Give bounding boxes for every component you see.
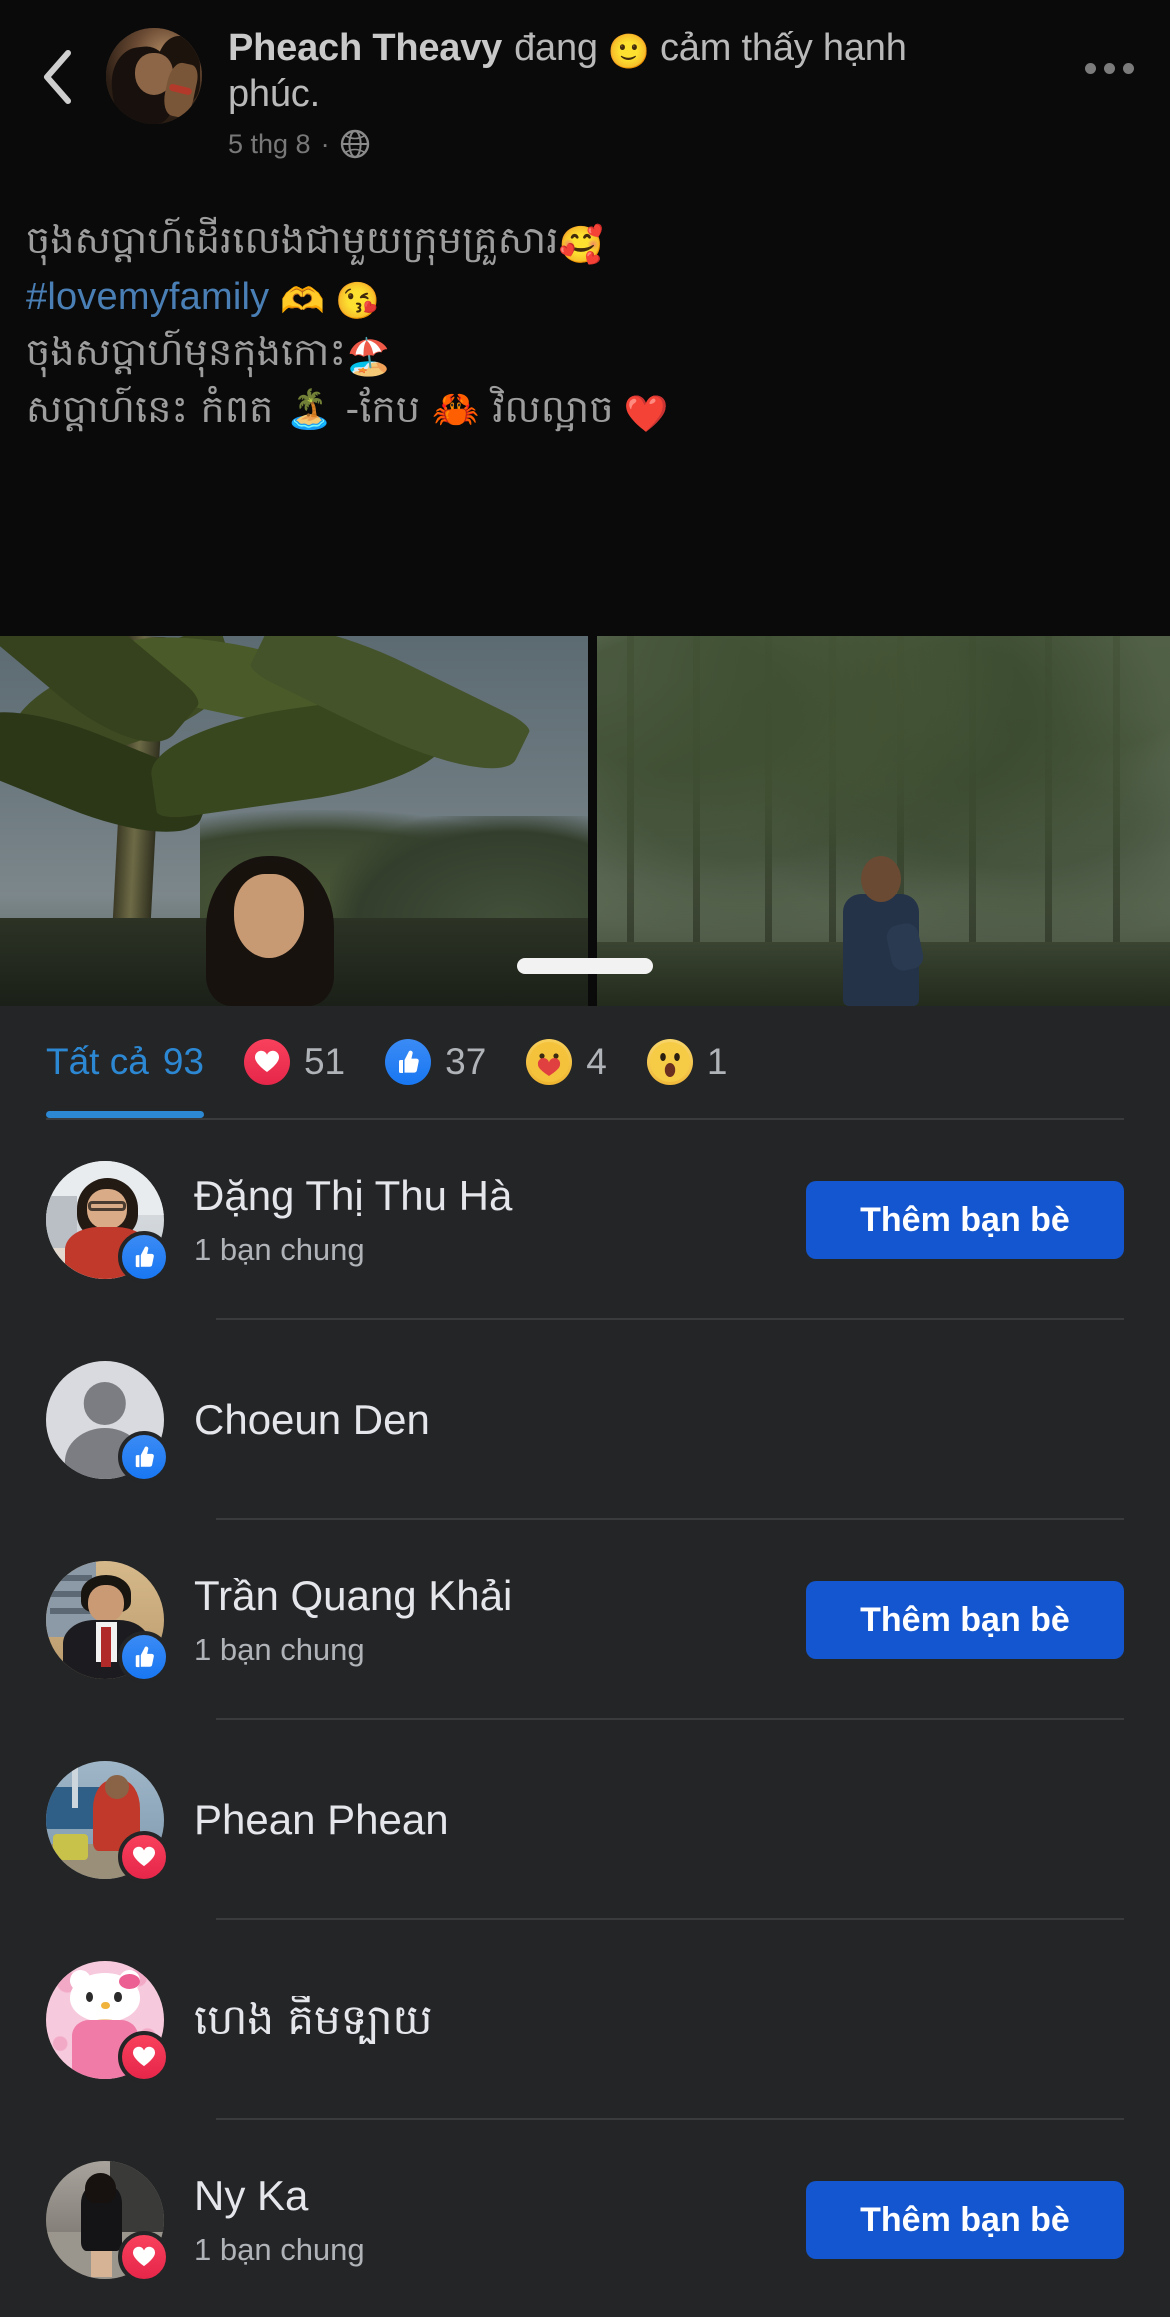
feeling-emoji: 🙂 [607, 33, 650, 71]
tab-all-label: Tất cả [46, 1041, 149, 1082]
tab-wow-reactions[interactable]: 1 [646, 1006, 768, 1118]
post-line-emoji: 🏖️ [346, 337, 392, 379]
post-line-text: ចុងសប្តាហ៍ដើរលេងជាមួយក្រុមគ្រួសារ [26, 218, 559, 262]
mutual-friends-label: 1 bạn chung [194, 2231, 365, 2267]
avatar[interactable] [46, 1161, 170, 1283]
photo-subject [196, 856, 346, 1006]
list-item-text: Choeun Den [164, 1396, 1124, 1443]
post-text-line: សប្តាហ៍នេះ កំពត 🏝️ -កែប 🦀 វិលល្អាច ❤️ [26, 383, 1144, 440]
list-item[interactable]: Ny Ka 1 bạn chung Thêm bạn bè [0, 2120, 1170, 2317]
mutual-friends-label: 1 bạn chung [194, 1231, 365, 1267]
list-item-text: Đặng Thị Thu Hà 1 bạn chung [164, 1172, 790, 1267]
love-reaction-icon [118, 2231, 170, 2283]
like-reaction-icon [118, 1431, 170, 1483]
post-line-emoji: ❤️ [623, 394, 669, 436]
post-meta: 5 thg 8 · [228, 129, 1144, 160]
like-reaction-icon [118, 1231, 170, 1283]
list-item-text: Ny Ka 1 bạn chung [164, 2172, 790, 2267]
post-text-line: ចុងសប្តាហ៍ដើរលេងជាមួយក្រុមគ្រួសារ🥰 [26, 214, 1144, 271]
list-item-text: Phean Phean [164, 1796, 1124, 1843]
post-header: Pheach Theavy đang 🙂 cảm thấy hạnh phúc. 5 … [0, 0, 1170, 210]
more-options-icon [1084, 62, 1096, 74]
list-item-text: Trần Quang Khải 1 bạn chung [164, 1572, 790, 1667]
add-friend-button[interactable]: Thêm bạn bè [806, 2181, 1124, 2259]
tab-care-count: 4 [586, 1041, 607, 1082]
care-reaction-icon [526, 1039, 573, 1085]
drag-handle[interactable] [517, 958, 653, 974]
like-reaction-icon [118, 1631, 170, 1683]
love-reaction-icon [118, 1831, 170, 1883]
like-reaction-icon [385, 1039, 432, 1085]
avatar[interactable] [46, 2161, 170, 2283]
hashtag-link[interactable]: #lovemyfamily [26, 276, 269, 318]
list-item[interactable]: Trần Quang Khải 1 bạn chung Thêm bạn bè [0, 1520, 1170, 1720]
post-photo-grid [0, 636, 1170, 1006]
back-button[interactable] [26, 46, 88, 108]
list-item-action: Thêm bạn bè [806, 1181, 1124, 1259]
author-avatar[interactable] [106, 28, 202, 124]
list-item[interactable]: Đặng Thị Thu Hà 1 bạn chung Thêm bạn bè [0, 1120, 1170, 1320]
more-options-icon-dot3 [1122, 62, 1134, 74]
author-avatar-image [106, 28, 202, 124]
person-name[interactable]: Trần Quang Khải [194, 1572, 790, 1619]
wow-reaction-icon [646, 1039, 693, 1085]
post-text-line: ចុងសប្តាហ៍មុនកុងកោះ🏖️ [26, 326, 1144, 383]
reaction-tabs: Tất cả 93 51 37 4 1 [0, 1006, 1170, 1118]
tab-all-count: 93 [162, 1041, 204, 1082]
person-name[interactable]: Ny Ka [194, 2172, 790, 2219]
author-name[interactable]: Pheach Theavy [228, 27, 502, 69]
avatar[interactable] [46, 1361, 170, 1483]
more-options-icon-dot2 [1103, 62, 1115, 74]
avatar[interactable] [46, 1961, 170, 2083]
person-name[interactable]: Đặng Thị Thu Hà [194, 1172, 790, 1219]
add-friend-button[interactable]: Thêm bạn bè [806, 1581, 1124, 1659]
post-header-text: Pheach Theavy đang 🙂 cảm thấy hạnh phúc. 5 … [202, 18, 1144, 160]
tab-love-count: 51 [303, 1041, 346, 1082]
tab-wow-count: 1 [706, 1041, 728, 1082]
post-author-line: Pheach Theavy đang 🙂 cảm thấy hạnh phúc. [228, 26, 908, 117]
facebook-reactions-screen: Pheach Theavy đang 🙂 cảm thấy hạnh phúc. 5 … [0, 0, 1170, 2317]
globe-icon [340, 129, 370, 159]
meta-separator: · [320, 128, 330, 159]
add-friend-button[interactable]: Thêm bạn bè [806, 1181, 1124, 1259]
avatar[interactable] [46, 1761, 170, 1883]
post-timestamp[interactable]: 5 thg 8 [228, 129, 311, 160]
list-item[interactable]: Phean Phean [0, 1720, 1170, 1920]
post-photo-2[interactable] [597, 636, 1170, 1006]
tab-care-reactions[interactable]: 4 [526, 1006, 647, 1118]
list-item-action: Thêm bạn bè [806, 1581, 1124, 1659]
reactions-bottom-sheet: Tất cả 93 51 37 4 1 Đặng Thị Thu Hà 1 bạ… [0, 958, 1170, 2317]
list-item[interactable]: Choeun Den [0, 1320, 1170, 1520]
back-chevron-icon [40, 49, 74, 105]
photo-subject [833, 856, 926, 1006]
post-line-emoji: 🫶 😘 [280, 280, 381, 322]
tab-like-count: 37 [445, 1041, 487, 1082]
post-photo-1[interactable] [0, 636, 588, 1006]
person-name[interactable]: Phean Phean [194, 1796, 1124, 1843]
post-line-emoji: 🥰 [558, 225, 604, 266]
list-item[interactable]: ហេង គីមទ្បាយ [0, 1920, 1170, 2120]
avatar[interactable] [46, 1561, 170, 1683]
tab-like-reactions[interactable]: 37 [385, 1006, 526, 1118]
post-line-text: សប្តាហ៍នេះ កំពត 🏝️ -កែប 🦀 វិលល្អាច [26, 387, 614, 432]
post-line-text: ចុងសប្តាហ៍មុនកុងកោះ [26, 330, 347, 375]
mutual-friends-label: 1 bạn chung [194, 1631, 365, 1667]
feeling-prefix: đang [514, 27, 598, 69]
love-reaction-icon [118, 2031, 170, 2083]
person-name[interactable]: ហេង គីមទ្បាយ [194, 1996, 1124, 2043]
more-options-button[interactable] [1078, 48, 1140, 88]
list-item-action: Thêm bạn bè [806, 2181, 1124, 2259]
post-text-line: #lovemyfamily 🫶 😘 [26, 271, 1144, 326]
person-name[interactable]: Choeun Den [194, 1396, 1124, 1443]
list-item-text: ហេង គីមទ្បាយ [164, 1996, 1124, 2043]
love-reaction-icon [243, 1039, 290, 1085]
tab-love-reactions[interactable]: 51 [243, 1006, 385, 1118]
post-body: ចុងសប្តាហ៍ដើរលេងជាមួយក្រុមគ្រួសារ🥰 #love… [0, 210, 1170, 440]
tab-all-reactions[interactable]: Tất cả 93 [46, 1006, 244, 1118]
reactions-people-list: Đặng Thị Thu Hà 1 bạn chung Thêm bạn bè [0, 1120, 1170, 2317]
